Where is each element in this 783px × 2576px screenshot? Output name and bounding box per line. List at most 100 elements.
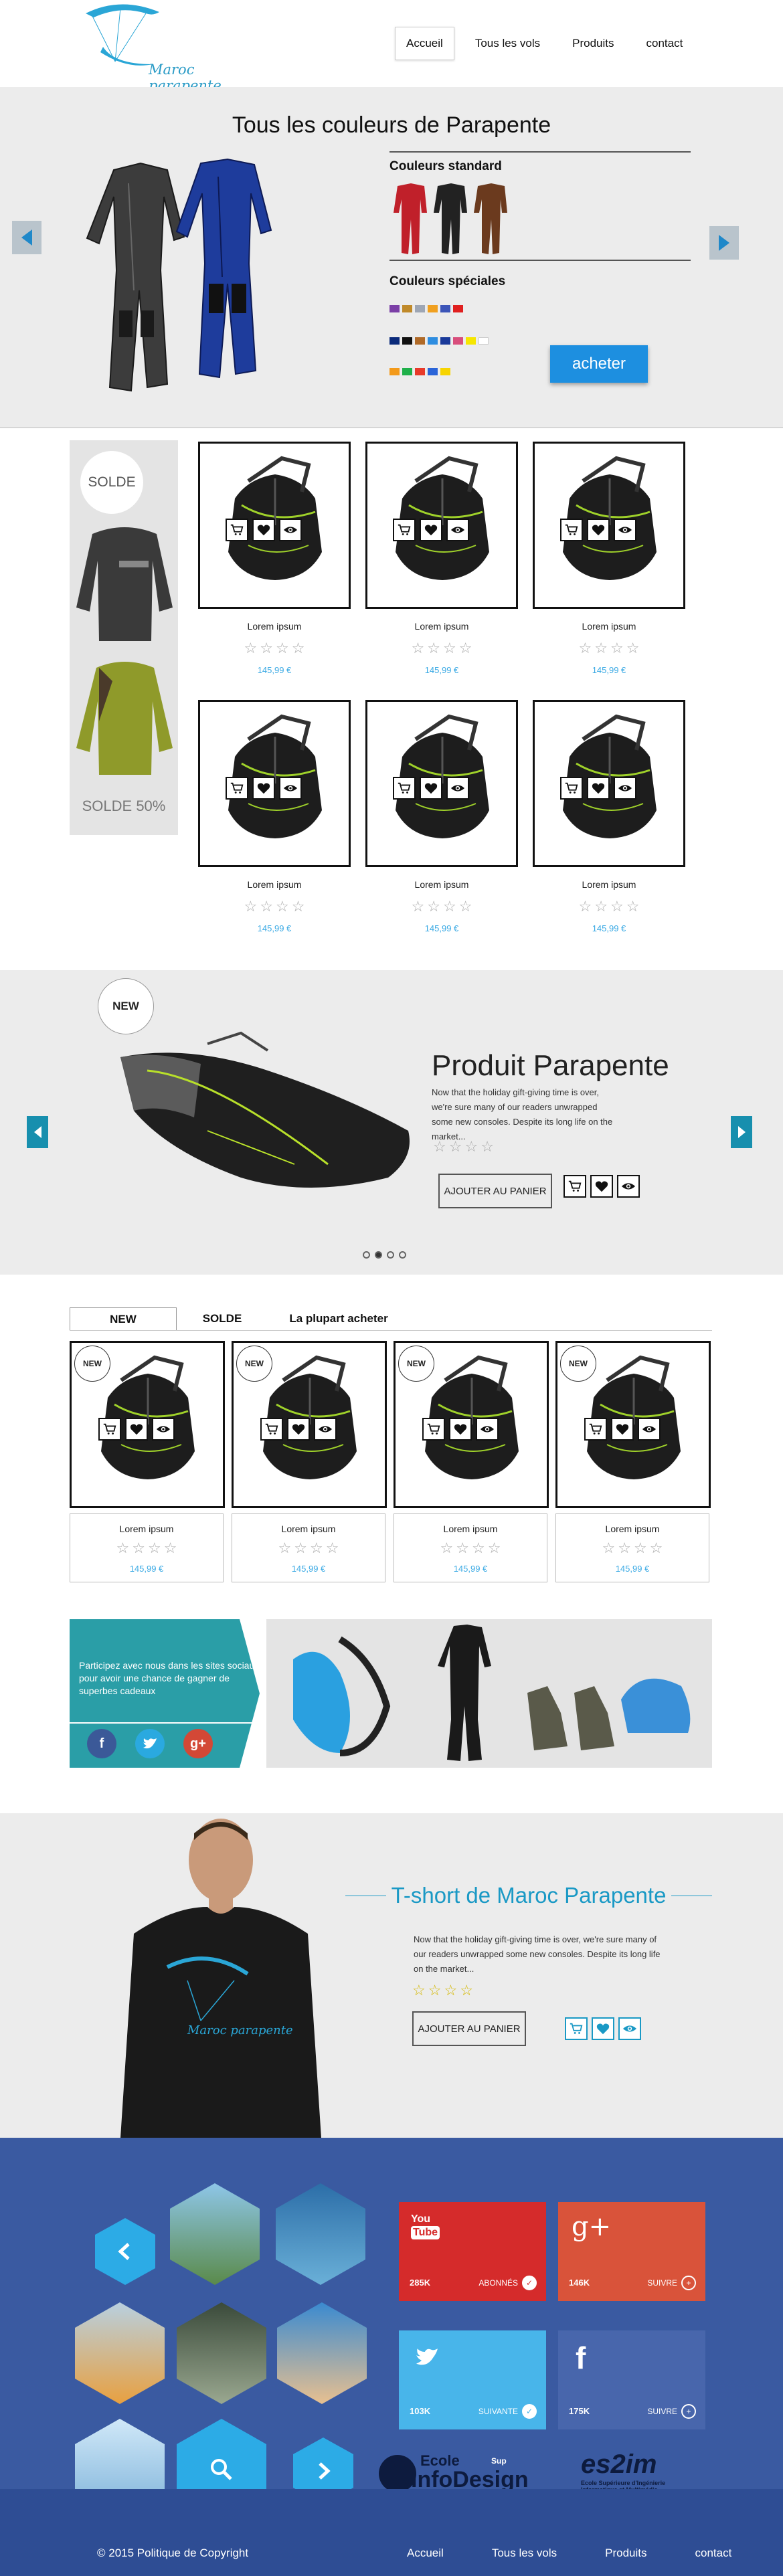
star-icon[interactable]: ☆ <box>326 1541 339 1556</box>
product-rating[interactable]: ☆ ☆ ☆ ☆ <box>198 641 351 656</box>
product-card[interactable] <box>365 442 518 609</box>
slider-dot[interactable] <box>363 1251 370 1259</box>
star-icon[interactable]: ☆ <box>443 899 456 914</box>
tab-new[interactable]: NEW <box>70 1307 177 1330</box>
star-icon[interactable]: ☆ <box>634 1541 647 1556</box>
product-rating[interactable]: ☆ ☆ ☆ ☆ <box>556 1541 709 1556</box>
star-icon[interactable]: ☆ <box>594 641 608 656</box>
color-swatch[interactable] <box>389 337 400 345</box>
star-icon[interactable]: ☆ <box>278 1541 292 1556</box>
color-swatch[interactable] <box>402 368 412 375</box>
star-icon[interactable]: ☆ <box>132 1541 145 1556</box>
product-rating[interactable]: ☆ ☆ ☆ ☆ <box>198 899 351 914</box>
eszim-logo[interactable]: es2im Ecole Supérieure d'Ingénierie Info… <box>581 2450 701 2493</box>
color-swatch[interactable] <box>415 368 425 375</box>
nav-accueil[interactable]: Accueil <box>395 27 454 60</box>
product-card[interactable] <box>533 700 685 867</box>
gallery-photo[interactable] <box>276 2183 365 2285</box>
slider-dot-active[interactable] <box>375 1251 382 1259</box>
hero-prev-button[interactable] <box>12 221 41 254</box>
cart-action[interactable] <box>565 2017 588 2040</box>
wishlist-action[interactable] <box>420 777 442 800</box>
cart-action[interactable] <box>563 1175 586 1198</box>
nav-produits[interactable]: Produits <box>561 27 625 60</box>
cart-action[interactable] <box>584 1418 607 1441</box>
color-swatch[interactable] <box>415 305 425 312</box>
cart-action[interactable] <box>393 777 416 800</box>
star-icon[interactable]: ☆ <box>260 641 273 656</box>
product-card[interactable]: NEW <box>555 1341 711 1508</box>
star-icon[interactable]: ☆ <box>244 899 258 914</box>
color-swatch[interactable] <box>389 368 400 375</box>
nav-tous-les-vols[interactable]: Tous les vols <box>464 27 551 60</box>
star-icon[interactable]: ☆ <box>276 641 289 656</box>
tab-solde[interactable]: SOLDE <box>189 1307 256 1330</box>
view-action[interactable] <box>446 519 469 541</box>
youtube-action[interactable]: ABONNÉS ✓ <box>478 2276 537 2290</box>
color-swatch[interactable] <box>402 305 412 312</box>
footer-nav-tous-les-vols[interactable]: Tous les vols <box>481 2540 568 2567</box>
color-swatch[interactable] <box>428 368 438 375</box>
youtube-tile[interactable]: You Tube 285K ABONNÉS ✓ <box>399 2202 546 2301</box>
star-icon[interactable]: ☆ <box>244 641 258 656</box>
product-name[interactable]: Lorem ipsum <box>232 1524 385 1534</box>
gallery-photo[interactable] <box>277 2302 367 2404</box>
product-card[interactable] <box>365 700 518 867</box>
star-icon[interactable]: ☆ <box>412 1983 426 1998</box>
product-card[interactable] <box>198 442 351 609</box>
gplus-tile[interactable]: g+ 146K SUIVRE + <box>558 2202 705 2301</box>
color-swatch[interactable] <box>428 305 438 312</box>
star-icon[interactable]: ☆ <box>456 1541 469 1556</box>
star-icon[interactable]: ☆ <box>488 1541 501 1556</box>
star-icon[interactable]: ☆ <box>433 1139 446 1154</box>
product-rating[interactable]: ☆ ☆ ☆ ☆ <box>394 1541 547 1556</box>
star-icon[interactable]: ☆ <box>292 899 305 914</box>
hero-next-button[interactable] <box>709 226 739 260</box>
add-to-cart-button[interactable]: AJOUTER AU PANIER <box>438 1174 552 1208</box>
star-icon[interactable]: ☆ <box>428 1983 442 1998</box>
footer-nav-accueil[interactable]: Accueil <box>396 2540 454 2567</box>
site-logo[interactable]: Maroc parapente <box>74 0 261 94</box>
star-icon[interactable]: ☆ <box>460 1983 473 1998</box>
standard-suits-thumbnails[interactable] <box>391 179 525 260</box>
star-icon[interactable]: ☆ <box>164 1541 177 1556</box>
wishlist-action[interactable] <box>590 1175 613 1198</box>
product-rating[interactable]: ☆ ☆ ☆ ☆ <box>232 1541 385 1556</box>
star-icon[interactable]: ☆ <box>610 899 624 914</box>
star-icon[interactable]: ☆ <box>602 1541 616 1556</box>
star-icon[interactable]: ☆ <box>294 1541 307 1556</box>
star-icon[interactable]: ☆ <box>443 641 456 656</box>
product-name[interactable]: Lorem ipsum <box>533 621 685 632</box>
star-icon[interactable]: ☆ <box>618 1541 631 1556</box>
gallery-photo[interactable] <box>170 2183 260 2285</box>
product-name[interactable]: Lorem ipsum <box>198 879 351 890</box>
gallery-photo[interactable] <box>75 2302 165 2404</box>
star-icon[interactable]: ☆ <box>440 1541 454 1556</box>
star-icon[interactable]: ☆ <box>626 641 640 656</box>
star-icon[interactable]: ☆ <box>459 899 472 914</box>
tshirt-rating[interactable]: ☆ ☆ ☆ ☆ <box>411 1983 474 1998</box>
star-icon[interactable]: ☆ <box>459 641 472 656</box>
wishlist-action[interactable] <box>252 777 275 800</box>
color-swatch[interactable] <box>453 305 463 312</box>
product-card[interactable]: NEW <box>394 1341 549 1508</box>
wishlist-action[interactable] <box>587 777 610 800</box>
slider-dot[interactable] <box>399 1251 406 1259</box>
star-icon[interactable]: ☆ <box>148 1541 161 1556</box>
product-card[interactable]: NEW <box>70 1341 225 1508</box>
wishlist-action[interactable] <box>420 519 442 541</box>
color-swatch[interactable] <box>453 337 463 345</box>
slider-prev-button[interactable] <box>27 1116 48 1148</box>
buy-button[interactable]: acheter <box>550 345 648 383</box>
star-icon[interactable]: ☆ <box>579 641 592 656</box>
star-icon[interactable]: ☆ <box>472 1541 485 1556</box>
star-icon[interactable]: ☆ <box>444 1983 457 1998</box>
color-swatch[interactable] <box>440 337 450 345</box>
wishlist-action[interactable] <box>592 2017 614 2040</box>
product-rating[interactable]: ☆ ☆ ☆ ☆ <box>70 1541 223 1556</box>
product-name[interactable]: Lorem ipsum <box>533 879 685 890</box>
color-swatch[interactable] <box>440 368 450 375</box>
slider-dot[interactable] <box>387 1251 394 1259</box>
wishlist-action[interactable] <box>252 519 275 541</box>
footer-nav-produits[interactable]: Produits <box>594 2540 657 2567</box>
